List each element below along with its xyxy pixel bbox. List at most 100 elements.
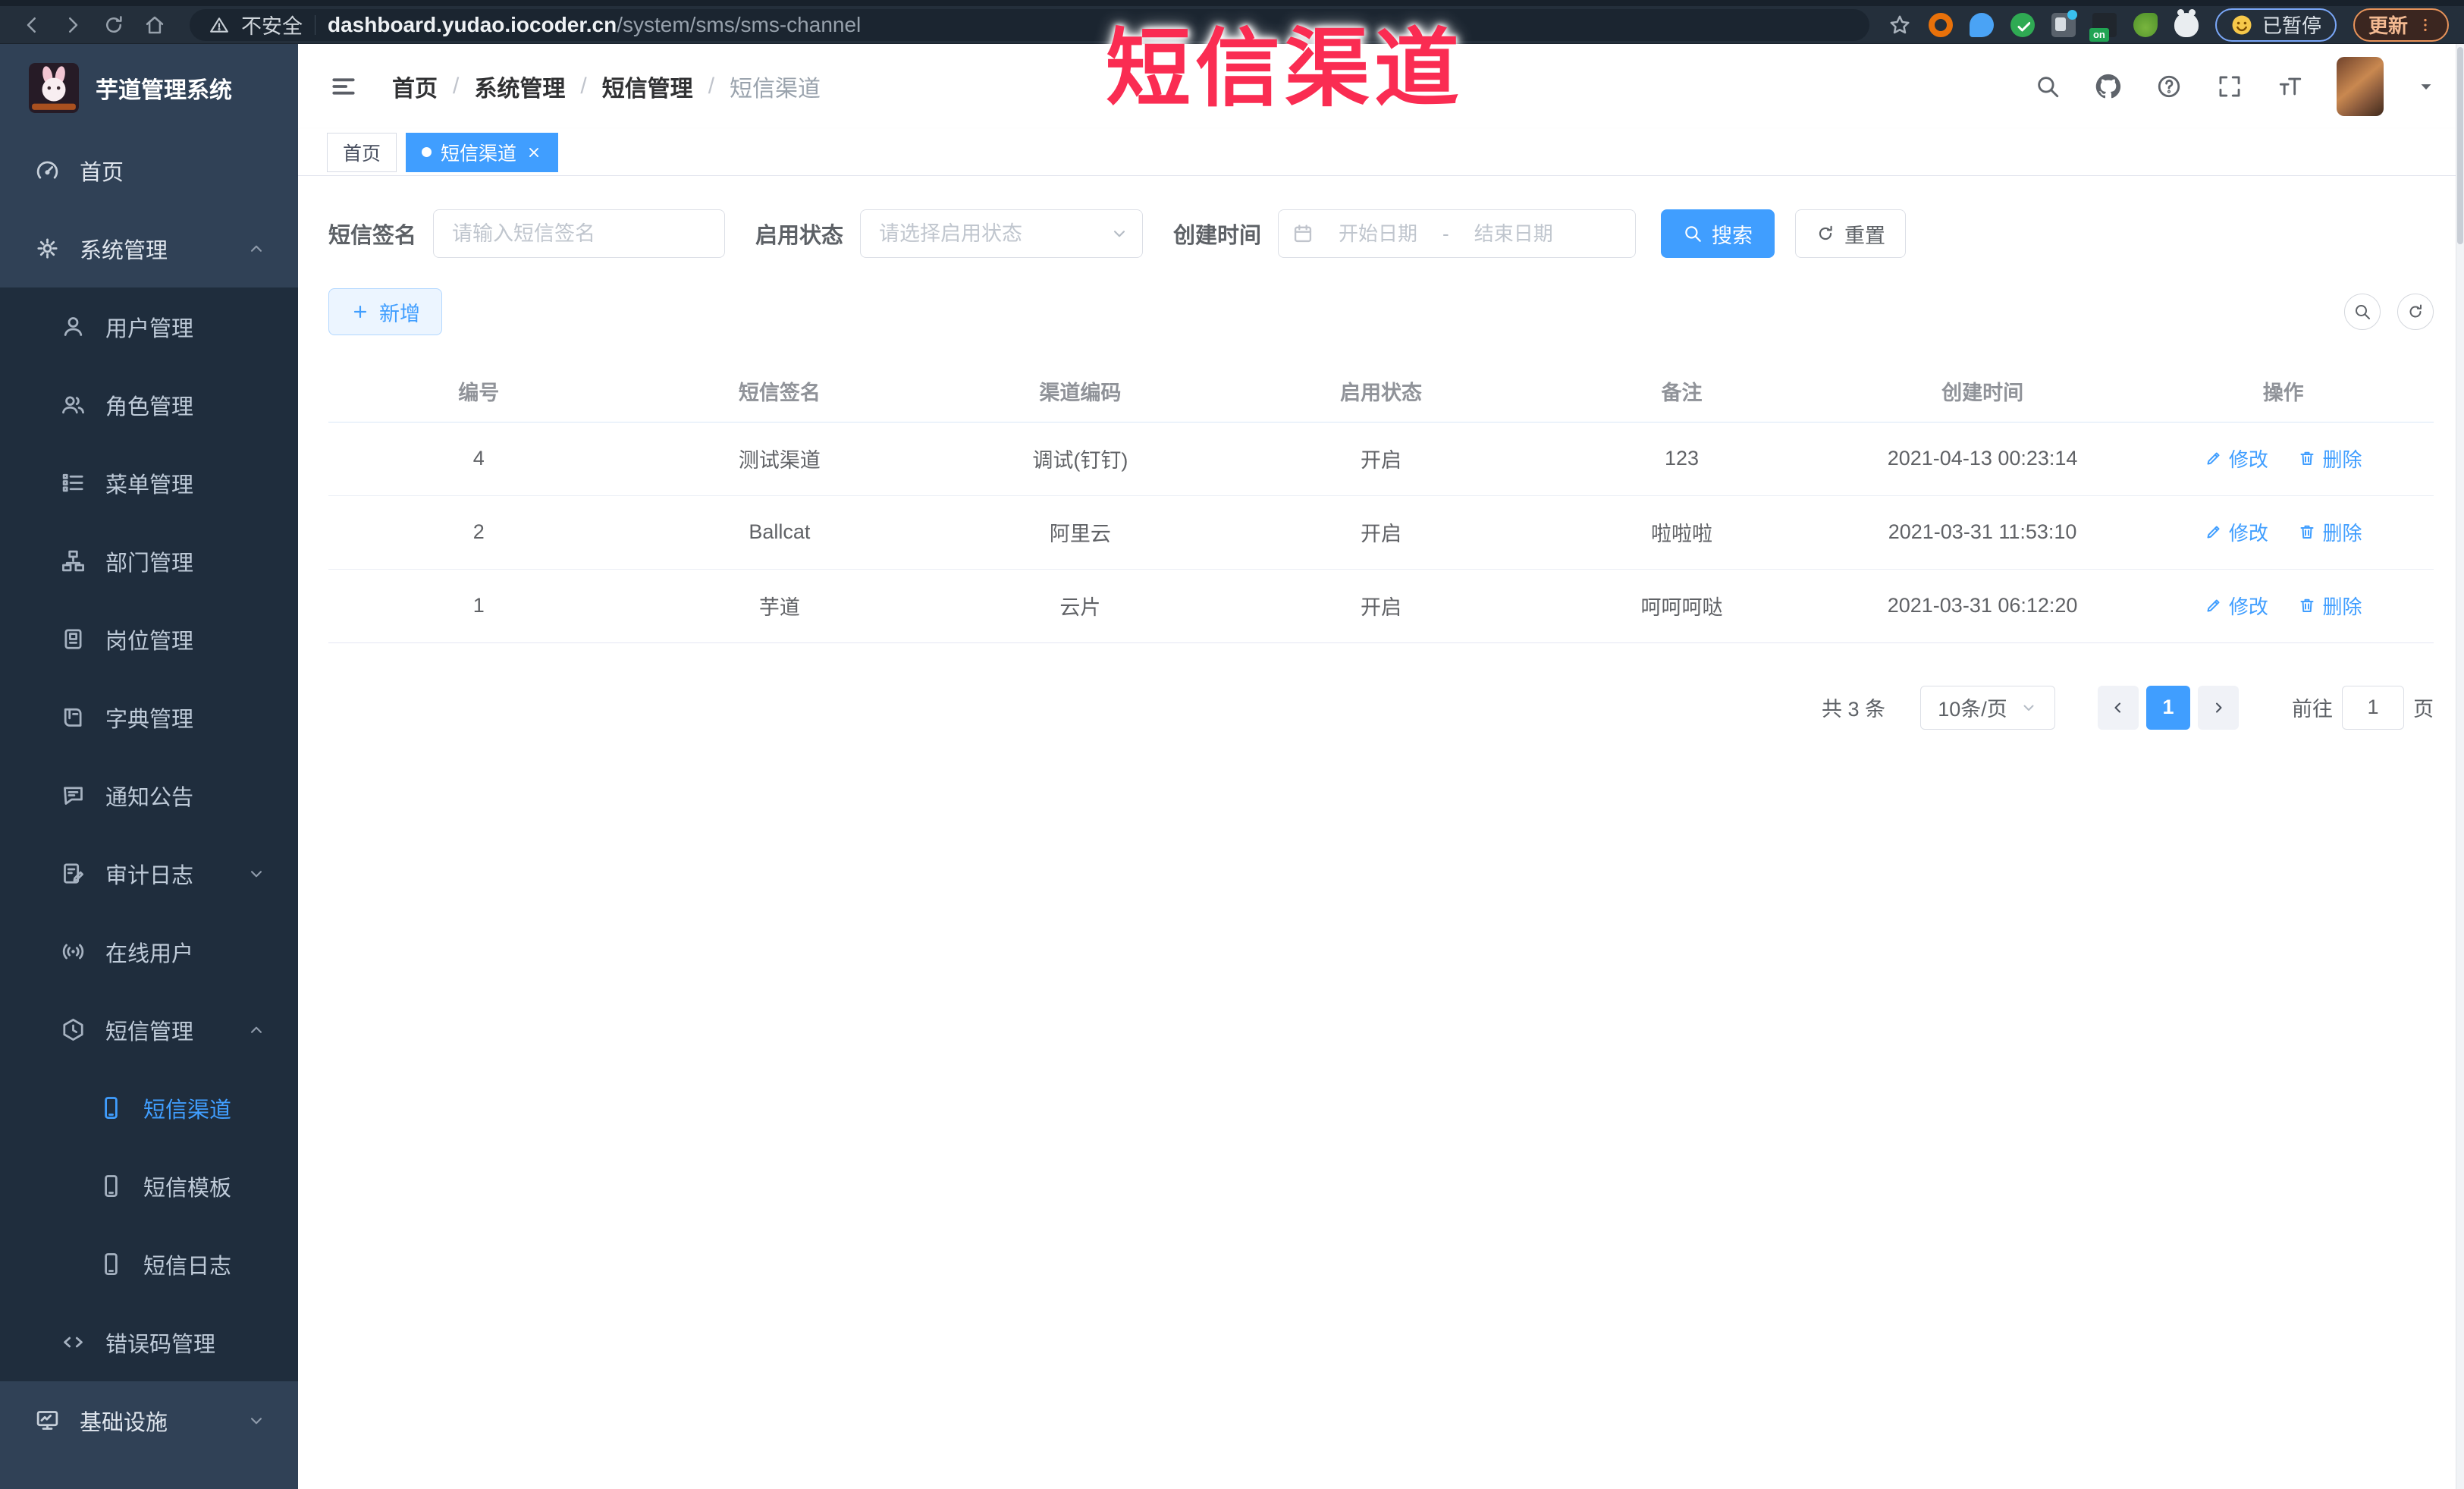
gear-icon (35, 236, 60, 261)
sidebar-item-error-code[interactable]: 错误码管理 (0, 1303, 298, 1381)
goto-label: 前往 (2292, 698, 2333, 721)
close-icon[interactable] (526, 144, 542, 161)
delete-label: 删除 (2322, 521, 2362, 545)
search-button[interactable]: 搜索 (1661, 209, 1775, 258)
extension-orange-icon[interactable] (1928, 12, 1953, 37)
tab-home[interactable]: 首页 (327, 132, 397, 172)
refresh-table-button[interactable] (2397, 294, 2434, 330)
breadcrumb-home[interactable]: 首页 (392, 70, 438, 103)
tab-label: 首页 (343, 143, 381, 165)
date-start-input[interactable] (1321, 221, 1436, 246)
status-select-input[interactable] (860, 209, 1144, 258)
sidebar-item-user-mgmt[interactable]: 用户管理 (0, 287, 298, 366)
arrow-right-icon (2209, 699, 2227, 717)
browser-forward-button[interactable] (56, 8, 89, 42)
browser-reload-button[interactable] (97, 8, 130, 42)
users-icon (61, 392, 86, 417)
active-tab-dot (422, 147, 432, 157)
delete-link[interactable]: 删除 (2298, 445, 2362, 473)
chevron-down-icon (246, 864, 266, 884)
extension-pin-icon[interactable] (1969, 12, 1994, 37)
cell-created: 2021-04-13 00:23:14 (1832, 422, 2133, 496)
logo-rabbit-image (29, 63, 79, 113)
profile-paused-badge[interactable]: 已暂停 (2214, 8, 2337, 42)
topbar: 首页 / 系统管理 / 短信管理 / 短信渠道 (298, 44, 2464, 129)
sidebar-item-online-users[interactable]: 在线用户 (0, 913, 298, 991)
col-code: 渠道编码 (930, 361, 1231, 423)
date-label: 创建时间 (1173, 224, 1262, 248)
goto-page-input[interactable] (2342, 685, 2404, 730)
sidebar-item-sms-channel[interactable]: 短信渠道 (0, 1069, 298, 1147)
font-size-button[interactable] (2276, 72, 2305, 101)
sidebar-item-dept-mgmt[interactable]: 部门管理 (0, 522, 298, 600)
browser-back-button[interactable] (15, 8, 49, 42)
post-icon (61, 627, 86, 652)
infra-monitor-icon (35, 1408, 60, 1433)
date-end-input[interactable] (1456, 221, 1571, 246)
phone-icon (99, 1252, 124, 1277)
sidebar-filler (0, 1459, 298, 1489)
extension-check-icon[interactable] (2010, 12, 2035, 37)
sidebar-item-post-mgmt[interactable]: 岗位管理 (0, 600, 298, 678)
sidebar-item-label: 短信渠道 (143, 1098, 232, 1123)
current-page-button[interactable]: 1 (2146, 685, 2190, 730)
caret-down-icon[interactable] (2415, 76, 2437, 97)
add-button[interactable]: 新增 (328, 288, 442, 335)
edit-link[interactable]: 修改 (2205, 518, 2268, 546)
extension-paw-icon[interactable] (2174, 8, 2199, 37)
scrollbar-track[interactable] (2456, 44, 2464, 1489)
sidebar-item-audit-log[interactable]: 审计日志 (0, 834, 298, 913)
github-button[interactable] (2094, 72, 2123, 101)
breadcrumb-sms[interactable]: 短信管理 (602, 70, 693, 103)
help-button[interactable] (2155, 72, 2183, 101)
edit-link[interactable]: 修改 (2205, 592, 2268, 620)
sidebar-item-sms-template[interactable]: 短信模板 (0, 1147, 298, 1225)
cell-remark: 啦啦啦 (1531, 495, 1832, 570)
extension-dark-icon[interactable]: on (2089, 12, 2117, 42)
user-avatar[interactable] (2337, 57, 2384, 116)
cell-status: 开启 (1230, 569, 1532, 643)
reset-button-label: 重置 (1844, 224, 1886, 247)
sidebar-item-home[interactable]: 首页 (0, 131, 298, 209)
reload-icon (102, 14, 125, 36)
tab-sms-channel[interactable]: 短信渠道 (406, 132, 559, 172)
sidebar-item-sms-log[interactable]: 短信日志 (0, 1225, 298, 1303)
breadcrumb-system[interactable]: 系统管理 (474, 70, 565, 103)
sidebar-logo[interactable]: 芋道管理系统 (0, 44, 298, 131)
status-select[interactable] (860, 209, 1144, 258)
extension-plant-icon[interactable] (2133, 12, 2158, 37)
page-size-select[interactable]: 10条/页 (1920, 685, 2055, 730)
header-search-button[interactable] (2033, 72, 2062, 101)
prev-page-button[interactable] (2098, 685, 2139, 730)
phone-icon (99, 1095, 124, 1120)
sidebar-item-system-mgmt[interactable]: 系统管理 (0, 209, 298, 287)
address-bar[interactable]: 不安全 dashboard.yudao.iocoder.cn/system/sm… (190, 8, 1869, 41)
sidebar-item-menu-mgmt[interactable]: 菜单管理 (0, 444, 298, 522)
browser-update-button[interactable]: 更新 (2353, 8, 2449, 42)
fullscreen-button[interactable] (2215, 72, 2244, 101)
sidebar-item-dict-mgmt[interactable]: 字典管理 (0, 678, 298, 756)
delete-link[interactable]: 删除 (2298, 518, 2362, 546)
app-title: 芋道管理系统 (96, 77, 232, 103)
date-range-picker[interactable]: - (1278, 209, 1637, 258)
browser-home-button[interactable] (138, 8, 171, 42)
org-tree-icon (61, 548, 86, 573)
next-page-button[interactable] (2198, 685, 2239, 730)
edit-link[interactable]: 修改 (2205, 445, 2268, 473)
sidebar-item-role-mgmt[interactable]: 角色管理 (0, 366, 298, 444)
sidebar-item-notice[interactable]: 通知公告 (0, 756, 298, 834)
sidebar-item-infrastructure[interactable]: 基础设施 (0, 1381, 298, 1459)
sign-input[interactable] (433, 209, 726, 258)
sidebar-item-sms-mgmt[interactable]: 短信管理 (0, 991, 298, 1069)
security-label: 不安全 (241, 15, 303, 38)
cell-created: 2021-03-31 11:53:10 (1832, 495, 2133, 570)
sidebar-toggle-button[interactable] (327, 70, 360, 103)
chevron-up-icon (246, 239, 266, 259)
extension-people-icon[interactable] (2051, 9, 2077, 37)
delete-link[interactable]: 删除 (2298, 592, 2362, 620)
bookmark-star-icon[interactable] (1888, 13, 1912, 37)
toggle-search-button[interactable] (2344, 294, 2381, 330)
pagination: 共 3 条 10条/页 1 前往 页 (328, 685, 2434, 730)
scrollbar-thumb[interactable] (2457, 47, 2463, 244)
reset-button[interactable]: 重置 (1795, 209, 1907, 258)
